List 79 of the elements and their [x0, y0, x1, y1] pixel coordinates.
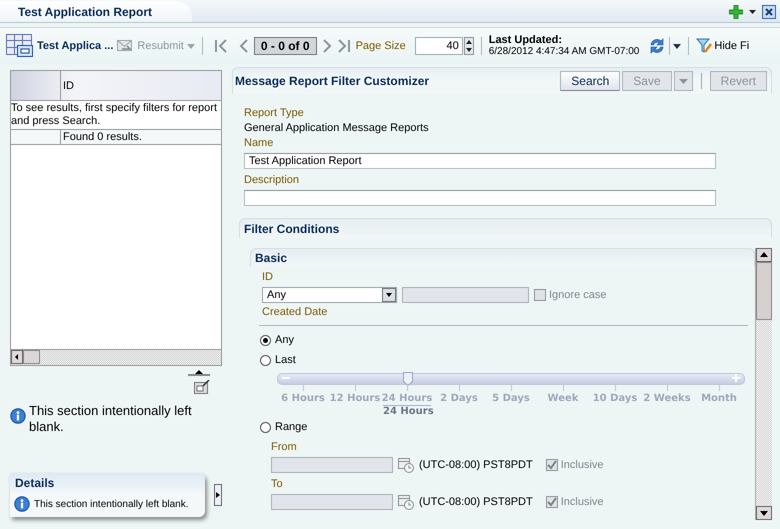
envelope-icon: [116, 38, 134, 54]
table-icon: [6, 34, 34, 58]
page-size-label: Page Size: [356, 40, 406, 52]
date-field[interactable]: [271, 457, 393, 473]
timezone-label: (UTC-08:00) PST8PDT: [419, 459, 533, 471]
tick-label: 5 Days: [485, 385, 537, 404]
details-title: Details: [10, 473, 205, 493]
slider-thumb[interactable]: [402, 372, 412, 386]
last-updated-label: Last Updated:: [488, 35, 564, 46]
scrollbar-thumb[interactable]: [23, 350, 40, 364]
report-title: Test Applica ...: [37, 40, 114, 52]
description-field[interactable]: [244, 190, 716, 206]
name-field[interactable]: Test Application Report: [244, 153, 716, 169]
calendar-clock-icon[interactable]: [398, 457, 414, 473]
field-label: Created Date: [262, 305, 328, 320]
id-operator-dropdown[interactable]: Any: [262, 287, 397, 303]
caret-icon[interactable]: [673, 44, 682, 48]
plus-icon: [732, 374, 740, 382]
expand-panel-icon[interactable]: [214, 484, 222, 506]
filter-icon: [696, 38, 712, 54]
radio-option[interactable]: Range: [260, 417, 755, 437]
checkbox-label: Inclusive: [560, 496, 604, 508]
caret-icon: [678, 78, 688, 84]
field-label: To: [271, 478, 283, 490]
report-type-value: General Application Message Reports: [244, 121, 430, 136]
tick-label: 12 Hours: [329, 385, 381, 404]
close-icon[interactable]: [762, 5, 776, 19]
timezone-label: (UTC-08:00) PST8PDT: [419, 496, 533, 508]
field-label: Name: [244, 136, 274, 151]
scroll-down-icon[interactable]: [756, 506, 772, 520]
scroll-left-icon[interactable]: [11, 350, 23, 364]
section-header: Basic: [250, 248, 755, 267]
caret-icon: [186, 44, 195, 48]
info-message: This section intentionally left blank.: [29, 403, 193, 435]
check-icon: [546, 460, 557, 470]
checkbox-label: Ignore case: [549, 289, 606, 301]
field-label: Report Type: [244, 106, 305, 121]
radio-option[interactable]: Last: [260, 350, 755, 370]
dropdown-icon: [382, 288, 396, 302]
refresh-icon[interactable]: [648, 37, 666, 55]
id-value-field[interactable]: [402, 287, 529, 303]
caret-icon[interactable]: [749, 10, 756, 14]
scroll-up-icon[interactable]: [756, 248, 772, 262]
report-tab[interactable]: Test Application Report: [0, 1, 192, 22]
spinner-icon[interactable]: [464, 37, 474, 55]
tick-label: Week: [537, 385, 589, 404]
add-icon[interactable]: [729, 5, 743, 19]
slider-value: 24 Hours: [383, 405, 431, 417]
section-header: Filter Conditions: [239, 218, 772, 238]
tick-label: 2 Days: [433, 385, 485, 404]
field-label: ID: [262, 270, 274, 285]
hide-filter-button[interactable]: Hide Fi: [696, 38, 750, 54]
collapse-icon[interactable]: [188, 370, 210, 376]
panel-title: Message Report Filter Customizer: [235, 74, 430, 88]
table-cell-text: Found 0 results.: [62, 130, 143, 144]
tick-label: 24 Hours: [381, 385, 433, 404]
calendar-clock-icon[interactable]: [398, 494, 414, 510]
slider-track[interactable]: [277, 373, 745, 385]
tick-label: 2 Weeks: [641, 385, 693, 404]
radio-option[interactable]: Any: [260, 330, 755, 350]
tick-label: Month: [693, 385, 745, 404]
last-page-icon[interactable]: [336, 39, 351, 53]
field-label: From: [271, 441, 297, 453]
scrollbar-thumb[interactable]: [756, 262, 772, 320]
detach-icon[interactable]: [194, 380, 210, 394]
tick-label: 10 Days: [589, 385, 641, 404]
last-updated-time: 6/28/2012 4:47:34 AM GMT-07:00: [488, 46, 640, 57]
info-message: This section intentionally left blank.: [34, 498, 189, 510]
field-label: Description: [244, 173, 300, 188]
first-page-icon[interactable]: [214, 39, 228, 53]
search-button[interactable]: Search: [560, 71, 620, 91]
checkbox-label: Inclusive: [560, 459, 604, 471]
tick-label: 6 Hours: [277, 385, 329, 404]
record-range: 0 - 0 of 0: [254, 37, 317, 55]
info-icon: [14, 496, 30, 512]
info-icon: [10, 408, 26, 424]
date-field[interactable]: [271, 494, 393, 510]
check-icon: [546, 497, 557, 507]
page-size-field[interactable]: 40: [414, 37, 463, 55]
